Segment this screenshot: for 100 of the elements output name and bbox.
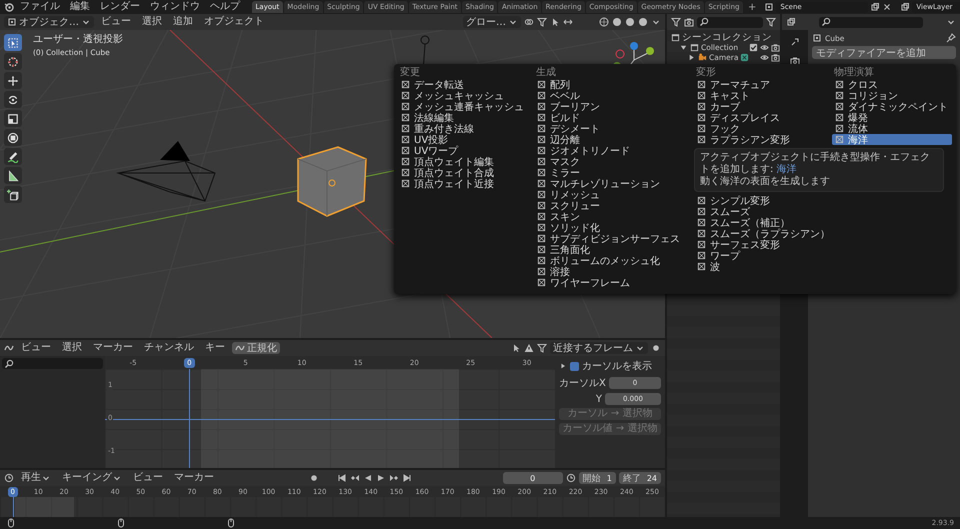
menu-item[interactable]: コリジョン	[832, 90, 952, 101]
menu-item[interactable]: クロス	[832, 79, 952, 90]
menu-item[interactable]: サーフェス変形	[694, 239, 834, 250]
menu-item[interactable]: スキン	[534, 211, 684, 222]
menu-title[interactable]: マーカー	[170, 472, 218, 484]
tool-button[interactable]	[4, 129, 22, 146]
keyframe-jump-icon[interactable]	[350, 473, 360, 483]
current-frame-field[interactable]: 0	[502, 472, 563, 484]
menu-item[interactable]: キャスト	[694, 90, 824, 101]
menu-item[interactable]: デシメート	[534, 123, 684, 134]
menu-item[interactable]: マスク	[534, 156, 684, 167]
tool-button[interactable]	[4, 167, 22, 184]
menu-item[interactable]: メッシュ連番キャッシュ	[398, 101, 528, 112]
tool-button[interactable]	[4, 91, 22, 108]
menu-item[interactable]: スムーズ	[694, 206, 834, 217]
menu-item[interactable]: リメッシュ	[534, 189, 684, 200]
menu-item[interactable]: スクリュー	[534, 200, 684, 211]
menu-title[interactable]: 再生	[17, 472, 55, 484]
menu-title[interactable]: レンダー	[96, 1, 144, 13]
menu-title[interactable]: キーイング	[58, 472, 126, 484]
menu-item[interactable]: ミラー	[534, 167, 684, 178]
add-modifier-dropdown[interactable]: モディファイアーを追加	[812, 46, 956, 59]
menu-title[interactable]: ビュー	[129, 472, 167, 484]
tool-button[interactable]	[4, 72, 22, 89]
menu-item[interactable]: 三角面化	[534, 244, 684, 255]
menu-title[interactable]: ビュー	[17, 342, 55, 354]
menu-item[interactable]: ダイナミックペイント	[832, 101, 952, 112]
menu-title[interactable]: キー	[201, 342, 229, 354]
menu-item[interactable]: UV投影	[398, 134, 528, 145]
menu-item[interactable]: メッシュキャッシュ	[398, 90, 528, 101]
modifier-icon	[401, 124, 410, 133]
menu-item[interactable]: データ転送	[398, 79, 528, 90]
menu-item[interactable]: ジオメトリノード	[534, 145, 684, 156]
checkbox[interactable]	[570, 362, 579, 370]
menu-item[interactable]: ワープ	[694, 250, 834, 261]
menu-item[interactable]: 爆発	[832, 112, 952, 123]
search-field[interactable]	[2, 358, 103, 369]
tool-button[interactable]	[4, 53, 22, 70]
menu-item[interactable]: スムーズ（補正）	[694, 217, 834, 228]
menu-item[interactable]: 頂点ウェイト合成	[398, 167, 528, 178]
tool-button[interactable]	[4, 110, 22, 127]
menu-item[interactable]: ディスプレイス	[694, 112, 824, 123]
menu-item[interactable]: スムーズ（ラプラシアン）	[694, 228, 834, 239]
end-frame-field[interactable]: 終了 24	[618, 472, 661, 484]
menu-item[interactable]: ワイヤーフレーム	[534, 277, 684, 288]
menu-item[interactable]: 溶接	[534, 266, 684, 277]
menu-title[interactable]: オブジェクト	[200, 16, 268, 28]
menu-item[interactable]: 流体	[832, 123, 952, 134]
mode-dropdown[interactable]: オブジェク…	[4, 16, 94, 28]
tool-button[interactable]	[4, 34, 22, 51]
menu-item[interactable]: ソリッド化	[534, 222, 684, 233]
menu-title[interactable]: 編集	[66, 1, 94, 13]
orientation-dropdown[interactable]: グロー…	[463, 16, 521, 28]
menu-title[interactable]: ヘルプ	[206, 1, 244, 13]
menu-item[interactable]: ビルド	[534, 112, 684, 123]
menu-title[interactable]: ウィンドウ	[146, 1, 204, 13]
menu-item[interactable]: UVワープ	[398, 145, 528, 156]
menu-item[interactable]: 辺分離	[534, 134, 684, 145]
tool-button[interactable]	[4, 148, 22, 165]
add-tab-button[interactable]: +	[744, 1, 760, 13]
menu-item[interactable]: シンプル変形	[694, 195, 834, 206]
menu-item[interactable]: 波	[694, 261, 834, 272]
start-frame-field[interactable]: 開始 1	[578, 472, 616, 484]
menu-title[interactable]: チャンネル	[140, 342, 198, 354]
search-field[interactable]	[697, 16, 763, 28]
menu-title[interactable]: ファイル	[16, 1, 64, 13]
outliner-item[interactable]: シーンコレクション	[682, 30, 772, 44]
menu-item[interactable]: 頂点ウェイト近接	[398, 178, 528, 189]
menu-item[interactable]: サブディビジョンサーフェス	[534, 233, 684, 244]
menu-item[interactable]: ボリュームのメッシュ化	[534, 255, 684, 266]
menu-item[interactable]: ブーリアン	[534, 101, 684, 112]
menu-item[interactable]: ベベル	[534, 90, 684, 101]
menu-item[interactable]: マルチレゾリューション	[534, 178, 684, 189]
menu-title[interactable]: 追加	[169, 16, 197, 28]
skip-icon[interactable]	[336, 473, 347, 483]
menu-item[interactable]: 法線編集	[398, 112, 528, 123]
menu-title[interactable]: ビュー	[97, 16, 135, 28]
keyframe-jump-icon[interactable]	[388, 473, 399, 483]
menu-item[interactable]: 配列	[534, 79, 684, 90]
menu-item[interactable]: ラプラシアン変形	[694, 134, 824, 145]
menu-title[interactable]: 選択	[138, 16, 166, 28]
menu-item[interactable]: 頂点ウェイト編集	[398, 156, 528, 167]
menu-item[interactable]: 重み付き法線	[398, 123, 528, 134]
search-field[interactable]	[819, 16, 923, 28]
menu-item[interactable]: 海洋	[832, 134, 952, 145]
tool-button[interactable]	[4, 186, 22, 203]
menu-item[interactable]: カーブ	[694, 101, 824, 112]
play-reverse-icon[interactable]	[362, 473, 373, 483]
menu-item[interactable]: アーマチュア	[694, 79, 824, 90]
checkbox[interactable]	[749, 42, 758, 52]
move-icon	[7, 74, 19, 86]
pivot-dropdown[interactable]: 近接するフレーム	[550, 342, 648, 354]
menu-item[interactable]: フック	[694, 123, 824, 134]
menu-title[interactable]: マーカー	[89, 342, 137, 354]
menu-title[interactable]: 選択	[58, 342, 86, 354]
disclosure-triangle-icon[interactable]	[687, 52, 696, 62]
normalize-toggle[interactable]: 正規化	[232, 342, 280, 354]
skip-icon[interactable]	[402, 473, 412, 483]
play-icon[interactable]	[376, 473, 386, 483]
disclosure-triangle-icon[interactable]	[679, 42, 688, 52]
